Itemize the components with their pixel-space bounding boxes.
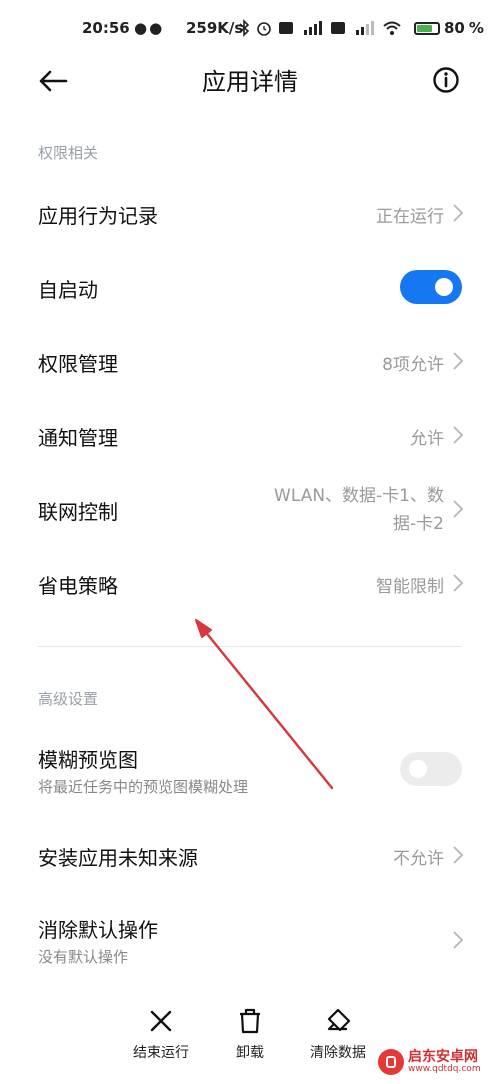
row-value: WLAN、数据-卡1、数 据-卡2 xyxy=(274,482,444,538)
blur-preview-toggle[interactable] xyxy=(400,752,462,786)
network-speed: 259K/s xyxy=(186,19,244,37)
row-value: 正在运行 xyxy=(376,207,444,227)
close-icon xyxy=(150,1010,172,1032)
row-notification-management[interactable]: 通知管理 允许 xyxy=(0,408,500,462)
row-value: 8项允许 xyxy=(382,355,444,375)
autostart-toggle[interactable] xyxy=(400,270,462,304)
row-title: 消除默认操作 xyxy=(38,918,158,942)
hd-icon xyxy=(331,22,345,34)
row-network-control[interactable]: 联网控制 WLAN、数据-卡1、数 据-卡2 xyxy=(0,474,500,544)
status-icons xyxy=(238,19,402,37)
row-blur-preview: 模糊预览图 将最近任务中的预览图模糊处理 xyxy=(0,738,500,802)
site-watermark: 启东安卓网 www.qdtdq.com xyxy=(378,1044,500,1080)
row-value-line1: WLAN、数据-卡1、数 xyxy=(274,486,444,506)
battery-icon xyxy=(414,21,440,35)
section-divider xyxy=(38,646,462,647)
chevron-right-icon xyxy=(453,352,464,370)
info-icon[interactable] xyxy=(432,66,460,94)
chevron-right-icon xyxy=(453,931,464,949)
row-power-saving-policy[interactable]: 省电策略 智能限制 xyxy=(0,556,500,610)
row-title: 省电策略 xyxy=(38,574,118,598)
watermark-url: www.qdtdq.com xyxy=(408,1063,481,1074)
page-title: 应用详情 xyxy=(202,68,298,96)
status-time: 20:56 xyxy=(82,19,130,37)
watermark-name: 启东安卓网 xyxy=(408,1048,478,1065)
chevron-right-icon xyxy=(453,574,464,592)
alarm-icon xyxy=(257,22,271,36)
row-title: 权限管理 xyxy=(38,352,118,376)
row-title: 自启动 xyxy=(38,278,98,302)
row-title: 应用行为记录 xyxy=(38,204,158,228)
signal-4g-icon xyxy=(356,21,374,35)
trash-icon xyxy=(240,1008,260,1034)
row-value: 不允许 xyxy=(393,849,444,869)
uninstall-label: 卸载 xyxy=(236,1045,264,1061)
uninstall-button[interactable]: 卸载 xyxy=(205,1008,295,1062)
chevron-right-icon xyxy=(453,426,464,444)
toggle-knob xyxy=(409,760,427,778)
wifi-icon xyxy=(383,21,401,35)
eraser-icon xyxy=(327,1008,351,1032)
watermark-logo-icon xyxy=(378,1049,404,1075)
row-value: 允许 xyxy=(410,429,444,449)
row-title: 联网控制 xyxy=(38,500,118,524)
clear-data-label: 清除数据 xyxy=(310,1045,366,1061)
row-permission-management[interactable]: 权限管理 8项允许 xyxy=(0,334,500,388)
row-title: 模糊预览图 xyxy=(38,748,138,772)
row-autostart: 自启动 xyxy=(0,260,500,314)
title-bar: 应用详情 xyxy=(0,56,500,104)
row-app-behavior-record[interactable]: 应用行为记录 正在运行 xyxy=(0,186,500,240)
notification-indicators: ●● xyxy=(134,19,165,37)
battery-level: 80 xyxy=(444,19,465,37)
row-value-line2: 据-卡2 xyxy=(393,514,444,534)
hd-icon xyxy=(279,22,293,34)
row-install-unknown-sources[interactable]: 安装应用未知来源 不允许 xyxy=(0,828,500,882)
battery: 80% xyxy=(414,19,484,37)
status-bar: 20:56 ●● 259K/s 80% xyxy=(0,0,500,56)
row-title: 通知管理 xyxy=(38,426,118,450)
section-label-permissions: 权限相关 xyxy=(38,144,99,162)
row-clear-defaults[interactable]: 消除默认操作 没有默认操作 xyxy=(0,908,500,972)
chevron-right-icon xyxy=(453,846,464,864)
bluetooth-icon xyxy=(239,19,250,37)
row-subtitle: 将最近任务中的预览图模糊处理 xyxy=(38,778,249,796)
force-stop-label: 结束运行 xyxy=(133,1045,189,1061)
toggle-knob xyxy=(435,278,453,296)
force-stop-button[interactable]: 结束运行 xyxy=(116,1008,206,1062)
row-title: 安装应用未知来源 xyxy=(38,846,198,870)
signal-5g-icon xyxy=(304,21,322,35)
chevron-right-icon xyxy=(453,500,464,518)
section-label-advanced: 高级设置 xyxy=(38,690,99,708)
chevron-right-icon xyxy=(453,204,464,222)
row-value: 智能限制 xyxy=(376,577,444,597)
clear-data-button[interactable]: 清除数据 xyxy=(293,1008,383,1062)
row-subtitle: 没有默认操作 xyxy=(38,948,129,966)
